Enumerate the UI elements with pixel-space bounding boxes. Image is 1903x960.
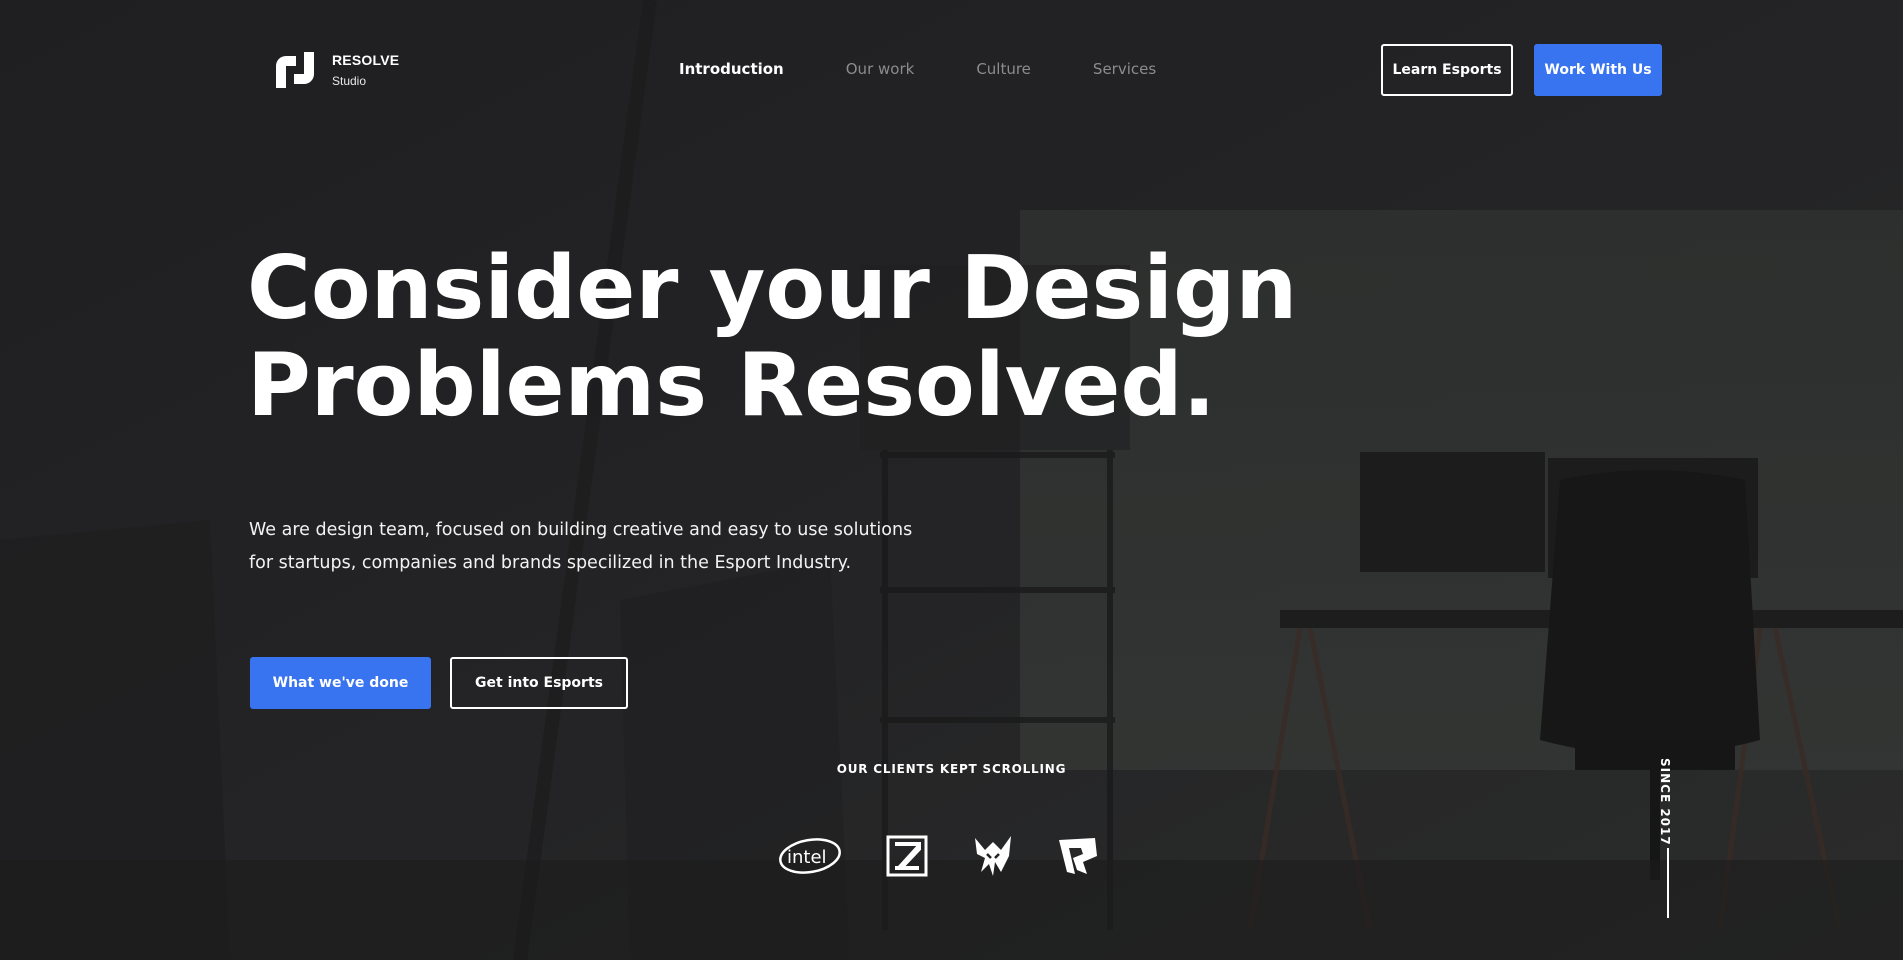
resolve-logo-icon	[276, 52, 314, 88]
hero-lead-line-1: We are design team, focused on building …	[249, 520, 913, 540]
brand-subtitle: Studio	[332, 74, 367, 88]
hero-headline-line-2: Problems Resolved.	[247, 334, 1216, 436]
get-into-esports-button[interactable]: Get into Esports	[450, 657, 628, 709]
nav-culture[interactable]: Culture	[976, 60, 1031, 78]
hero-lead-line-2: for startups, companies and brands speci…	[249, 553, 852, 573]
hero-headline: Consider your Design Problems Resolved.	[247, 240, 1297, 434]
main-nav: Introduction Our work Culture Services	[679, 60, 1156, 78]
work-with-us-button[interactable]: Work With Us	[1534, 44, 1662, 96]
nav-services[interactable]: Services	[1093, 60, 1156, 78]
header-actions: Learn Esports Work With Us	[1381, 44, 1662, 96]
svg-text:intel: intel	[787, 847, 827, 868]
nav-introduction[interactable]: Introduction	[679, 60, 784, 78]
what-weve-done-button[interactable]: What we've done	[250, 657, 431, 709]
since-label: SINCE 2017	[1658, 758, 1672, 846]
brand-logo[interactable]: RESOLVE Studio	[272, 52, 399, 88]
brand-name: RESOLVE	[332, 52, 400, 68]
nav-our-work[interactable]: Our work	[846, 60, 915, 78]
since-divider	[1667, 848, 1669, 918]
hero-cta: What we've done Get into Esports	[250, 657, 628, 709]
clients-title: OUR CLIENTS KEPT SCROLLING	[836, 762, 1067, 776]
clients-logos: intel	[777, 832, 1101, 884]
hero-background	[0, 0, 1903, 960]
r-logo[interactable]	[1057, 834, 1101, 882]
z-brand-icon	[886, 835, 928, 877]
intel-logo[interactable]: intel	[777, 832, 843, 884]
hero-headline-line-1: Consider your Design	[247, 237, 1298, 339]
z-logo[interactable]	[885, 834, 929, 882]
wolf-logo[interactable]	[971, 832, 1015, 884]
hero-lead: We are design team, focused on building …	[249, 514, 949, 580]
r-brand-icon	[1059, 838, 1097, 874]
wolf-brand-icon	[975, 836, 1011, 876]
intel-icon: intel	[779, 838, 841, 874]
learn-esports-button[interactable]: Learn Esports	[1381, 44, 1513, 96]
